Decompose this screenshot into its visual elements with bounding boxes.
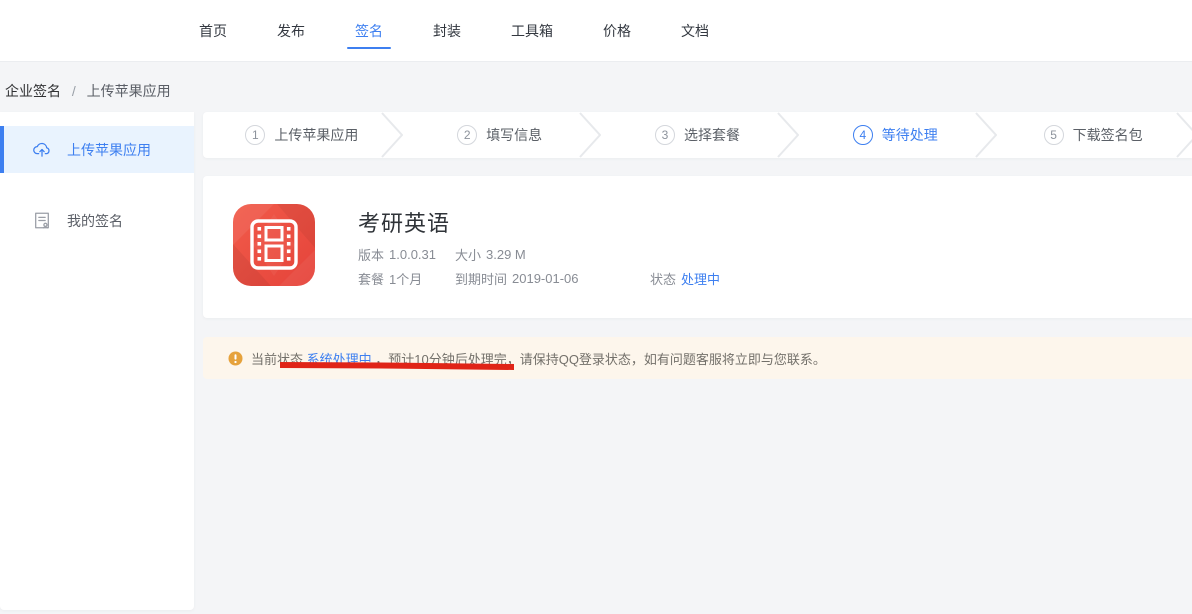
step-label: 填写信息 (486, 125, 542, 145)
meta-version: 版本 1.0.0.31 (358, 242, 455, 266)
alert-rest: ，预计10分钟后处理完，请保持QQ登录状态，如有问题客服将立即与您联系。 (372, 352, 826, 367)
alert-status-link[interactable]: 系统处理中 (307, 352, 372, 367)
step-number: 3 (655, 125, 675, 145)
chevron-separator-icon (381, 112, 403, 158)
alert-prefix: 当前状态 (251, 352, 307, 367)
sidebar-item-my-signatures[interactable]: 我的签名 (0, 197, 194, 244)
step-number: 4 (853, 125, 873, 145)
step-upload: 1 上传苹果应用 (203, 112, 401, 158)
meta-size: 大小 3.29 M (455, 242, 650, 266)
step-number: 2 (457, 125, 477, 145)
sidebar: 上传苹果应用 我的签名 (0, 112, 194, 610)
film-app-icon (233, 204, 315, 286)
status-alert: 当前状态 系统处理中 ，预计10分钟后处理完，请保持QQ登录状态，如有问题客服将… (203, 337, 1192, 379)
step-number: 5 (1044, 125, 1064, 145)
nav-item-publish[interactable]: 发布 (277, 21, 305, 41)
breadcrumb: 企业签名 / 上传苹果应用 (5, 81, 171, 101)
breadcrumb-root[interactable]: 企业签名 (5, 83, 61, 99)
meta-plan: 套餐 1个月 (358, 266, 455, 290)
meta-status: 状态 处理中 (650, 266, 720, 290)
breadcrumb-current: 上传苹果应用 (87, 83, 171, 99)
warning-icon (228, 351, 243, 366)
step-choose-plan: 3 选择套餐 (599, 112, 797, 158)
nav-item-package[interactable]: 封装 (433, 21, 461, 41)
cloud-upload-icon (32, 140, 52, 160)
nav-item-home[interactable]: 首页 (199, 21, 227, 41)
chevron-separator-icon (777, 112, 799, 158)
step-label: 选择套餐 (684, 125, 740, 145)
steps-bar: 1 上传苹果应用 2 填写信息 3 选择套餐 4 等待处理 5 下载签名包 (203, 112, 1192, 158)
chevron-separator-icon (579, 112, 601, 158)
sidebar-item-label: 上传苹果应用 (67, 140, 151, 160)
app-meta: 版本 1.0.0.31 大小 3.29 M 套餐 1个月 到期时间 2019-0… (358, 242, 720, 290)
step-label: 上传苹果应用 (274, 125, 358, 145)
nav-item-docs[interactable]: 文档 (681, 21, 709, 41)
top-nav: 首页 发布 签名 封装 工具箱 价格 文档 (0, 0, 1192, 62)
meta-expire: 到期时间 2019-01-06 (455, 266, 650, 290)
app-title: 考研英语 (358, 206, 450, 238)
nav-item-price[interactable]: 价格 (603, 21, 631, 41)
nav-item-toolbox[interactable]: 工具箱 (511, 21, 553, 41)
signature-doc-icon (32, 211, 52, 231)
nav-item-signature[interactable]: 签名 (355, 21, 383, 41)
alert-text: 当前状态 系统处理中 ，预计10分钟后处理完，请保持QQ登录状态，如有问题客服将… (251, 349, 826, 368)
step-label: 下载签名包 (1073, 125, 1143, 145)
step-number: 1 (245, 125, 265, 145)
step-waiting: 4 等待处理 (796, 112, 994, 158)
breadcrumb-separator: / (72, 83, 76, 99)
sidebar-item-upload-apple-app[interactable]: 上传苹果应用 (0, 126, 194, 173)
sidebar-item-label: 我的签名 (67, 211, 123, 231)
chevron-separator-icon (1176, 112, 1192, 158)
status-badge: 处理中 (681, 269, 720, 288)
step-fill-info: 2 填写信息 (401, 112, 599, 158)
app-card: 考研英语 版本 1.0.0.31 大小 3.29 M 套餐 1个月 到期时间 2… (203, 176, 1192, 318)
page: 首页 发布 签名 封装 工具箱 价格 文档 企业签名 / 上传苹果应用 上传苹果… (0, 0, 1192, 614)
step-label: 等待处理 (882, 125, 938, 145)
chevron-separator-icon (975, 112, 997, 158)
step-download: 5 下载签名包 (994, 112, 1192, 158)
